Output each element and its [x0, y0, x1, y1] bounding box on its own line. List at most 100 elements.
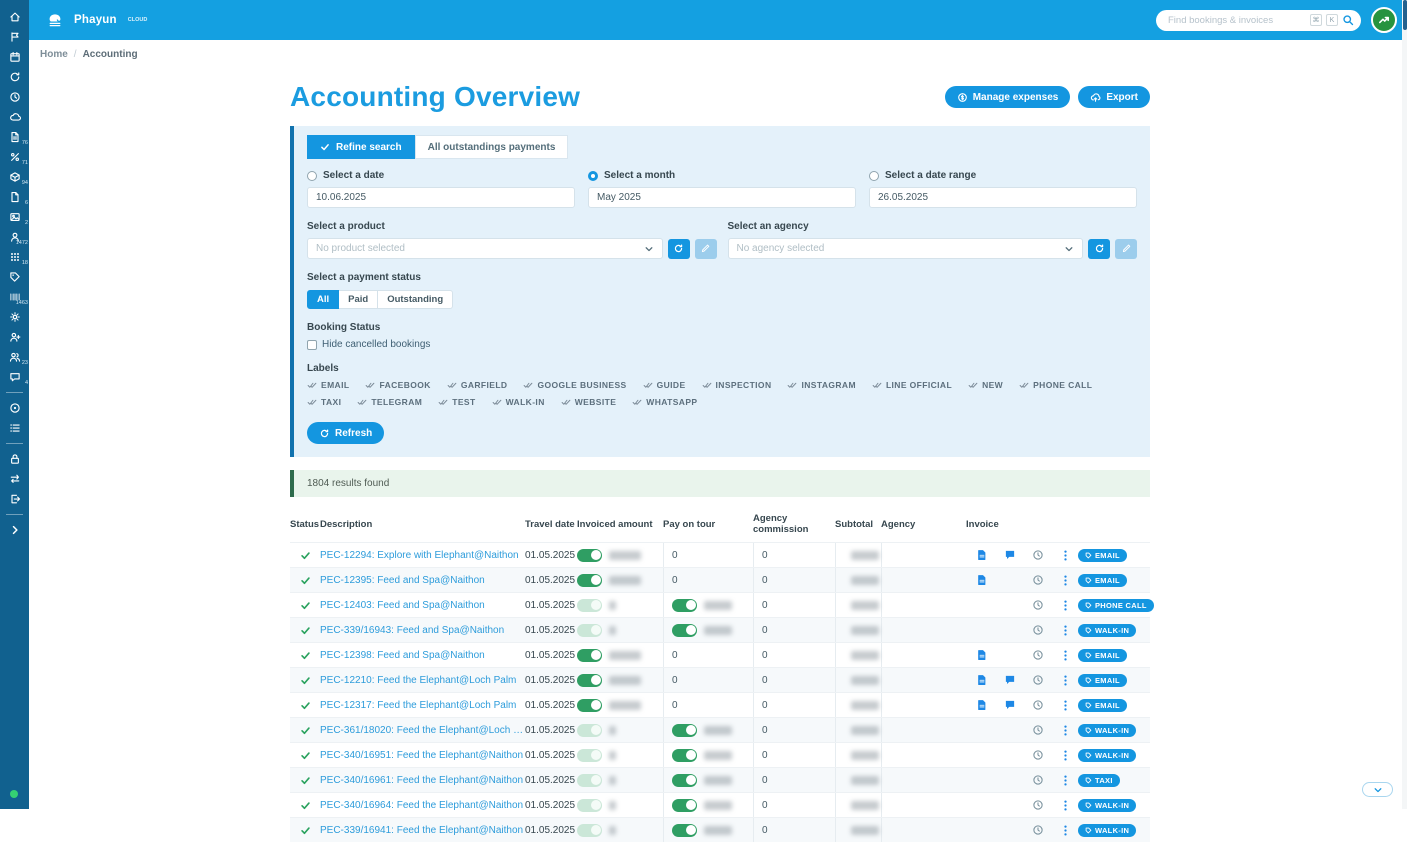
date-input[interactable]	[307, 187, 575, 208]
row-menu-button[interactable]	[1052, 568, 1078, 592]
history-cell[interactable]	[1024, 568, 1052, 592]
row-menu-button[interactable]	[1052, 643, 1078, 667]
row-menu-button[interactable]	[1052, 768, 1078, 792]
radio-select-a-date[interactable]: Select a date	[307, 170, 575, 181]
invoice-note-icon[interactable]	[1004, 774, 1016, 786]
invoice-note-icon[interactable]	[1004, 599, 1016, 611]
edit-agency-button[interactable]	[1115, 239, 1137, 259]
payment-status-paid[interactable]: Paid	[338, 290, 378, 309]
sidebar-item-labels[interactable]	[0, 267, 29, 287]
invoiced-toggle[interactable]	[577, 749, 602, 762]
table-row[interactable]: PEC-12403: Feed and Spa@Naithon 01.05.20…	[290, 592, 1150, 617]
sidebar-item-add-user[interactable]	[0, 327, 29, 347]
history-cell[interactable]	[1024, 593, 1052, 617]
label-pill[interactable]: WALK-IN	[1078, 824, 1136, 837]
table-row[interactable]: PEC-12395: Feed and Spa@Naithon 01.05.20…	[290, 567, 1150, 592]
table-row[interactable]: PEC-340/16961: Feed the Elephant@Naithon…	[290, 767, 1150, 792]
invoice-document-icon[interactable]	[976, 724, 988, 736]
booking-link[interactable]: PEC-340/16961: Feed the Elephant@Naithon	[320, 775, 523, 786]
invoice-note-icon[interactable]	[1004, 624, 1016, 636]
reload-agencies-button[interactable]	[1088, 239, 1110, 259]
pay-on-tour-toggle[interactable]	[672, 599, 697, 612]
sidebar-item-settings[interactable]	[0, 307, 29, 327]
history-cell[interactable]	[1024, 793, 1052, 817]
booking-link[interactable]: PEC-12403: Feed and Spa@Naithon	[320, 600, 485, 611]
pay-on-tour-toggle[interactable]	[672, 799, 697, 812]
scroll-down-button[interactable]	[1362, 782, 1393, 797]
pay-on-tour-toggle[interactable]	[672, 624, 697, 637]
global-search-input[interactable]	[1166, 14, 1306, 27]
brand[interactable]: Phayun CLOUD	[45, 11, 147, 29]
history-cell[interactable]	[1024, 718, 1052, 742]
invoice-note-icon[interactable]	[1004, 749, 1016, 761]
history-cell[interactable]	[1024, 768, 1052, 792]
hide-cancelled-checkbox[interactable]	[307, 340, 317, 350]
radio-select-a-date-range[interactable]: Select a date range	[869, 170, 1137, 181]
month-input[interactable]	[588, 187, 856, 208]
sidebar-item-tickets[interactable]: 1463	[0, 287, 29, 307]
history-cell[interactable]	[1024, 543, 1052, 567]
row-menu-button[interactable]	[1052, 718, 1078, 742]
payment-status-outstanding[interactable]: Outstanding	[377, 290, 453, 309]
sidebar-item-customers[interactable]: 1472	[0, 227, 29, 247]
sidebar-item-collapse[interactable]	[0, 520, 29, 540]
label-pill[interactable]: WALK-IN	[1078, 799, 1136, 812]
invoiced-toggle[interactable]	[577, 774, 602, 787]
invoice-document-icon[interactable]	[976, 649, 988, 661]
booking-link[interactable]: PEC-12395: Feed and Spa@Naithon	[320, 575, 485, 586]
agency-select[interactable]: No agency selected	[728, 238, 1084, 259]
label-pill[interactable]: EMAIL	[1078, 699, 1127, 712]
table-row[interactable]: PEC-339/16941: Feed the Elephant@Naithon…	[290, 817, 1150, 842]
row-menu-button[interactable]	[1052, 618, 1078, 642]
label-chip-inspection[interactable]: INSPECTION	[702, 380, 772, 390]
label-pill[interactable]: EMAIL	[1078, 649, 1127, 662]
sidebar-item-tours[interactable]	[0, 27, 29, 47]
booking-link[interactable]: PEC-340/16951: Feed the Elephant@Naithon	[320, 750, 523, 761]
label-pill[interactable]: WALK-IN	[1078, 624, 1136, 637]
sidebar-item-history[interactable]	[0, 87, 29, 107]
scrollbar[interactable]	[1402, 0, 1407, 809]
table-row[interactable]: PEC-12398: Feed and Spa@Naithon 01.05.20…	[290, 642, 1150, 667]
pay-on-tour-toggle[interactable]	[672, 774, 697, 787]
invoice-document-icon[interactable]	[976, 799, 988, 811]
sidebar-item-tasks[interactable]	[0, 418, 29, 438]
product-select[interactable]: No product selected	[307, 238, 663, 259]
invoice-note-icon[interactable]	[1004, 699, 1016, 711]
pay-on-tour-toggle[interactable]	[672, 724, 697, 737]
sidebar-item-home[interactable]	[0, 7, 29, 27]
row-menu-button[interactable]	[1052, 668, 1078, 692]
row-menu-button[interactable]	[1052, 693, 1078, 717]
history-cell[interactable]	[1024, 818, 1052, 842]
sidebar-item-products[interactable]: 94	[0, 167, 29, 187]
invoiced-toggle[interactable]	[577, 574, 602, 587]
label-chip-facebook[interactable]: FACEBOOK	[365, 380, 430, 390]
invoice-document-icon[interactable]	[976, 699, 988, 711]
invoiced-toggle[interactable]	[577, 799, 602, 812]
label-chip-whatsapp[interactable]: WHATSAPP	[632, 397, 697, 407]
table-row[interactable]: PEC-12210: Feed the Elephant@Loch Palm 0…	[290, 667, 1150, 692]
avatar[interactable]	[1371, 7, 1397, 33]
row-menu-button[interactable]	[1052, 818, 1078, 842]
tab-refine-search[interactable]: Refine search	[307, 135, 415, 159]
search-icon[interactable]	[1342, 14, 1354, 26]
invoice-document-icon[interactable]	[976, 774, 988, 786]
invoiced-toggle[interactable]	[577, 674, 602, 687]
invoice-note-icon[interactable]	[1004, 724, 1016, 736]
history-cell[interactable]	[1024, 743, 1052, 767]
history-cell[interactable]	[1024, 693, 1052, 717]
sidebar-item-apps[interactable]: 18	[0, 247, 29, 267]
invoice-document-icon[interactable]	[976, 674, 988, 686]
pay-on-tour-toggle[interactable]	[672, 749, 697, 762]
booking-link[interactable]: PEC-339/16941: Feed the Elephant@Naithon	[320, 825, 523, 836]
sidebar-item-calendar[interactable]	[0, 47, 29, 67]
table-row[interactable]: PEC-12294: Explore with Elephant@Naithon…	[290, 542, 1150, 567]
table-row[interactable]: PEC-340/16951: Feed the Elephant@Naithon…	[290, 742, 1150, 767]
sidebar-item-cloud-sync[interactable]	[0, 107, 29, 127]
invoice-note-icon[interactable]	[1004, 824, 1016, 836]
table-row[interactable]: PEC-12317: Feed the Elephant@Loch Palm 0…	[290, 692, 1150, 717]
invoice-note-icon[interactable]	[1004, 649, 1016, 661]
row-menu-button[interactable]	[1052, 793, 1078, 817]
row-menu-button[interactable]	[1052, 743, 1078, 767]
row-menu-button[interactable]	[1052, 543, 1078, 567]
sidebar-item-photos[interactable]: 2	[0, 207, 29, 227]
